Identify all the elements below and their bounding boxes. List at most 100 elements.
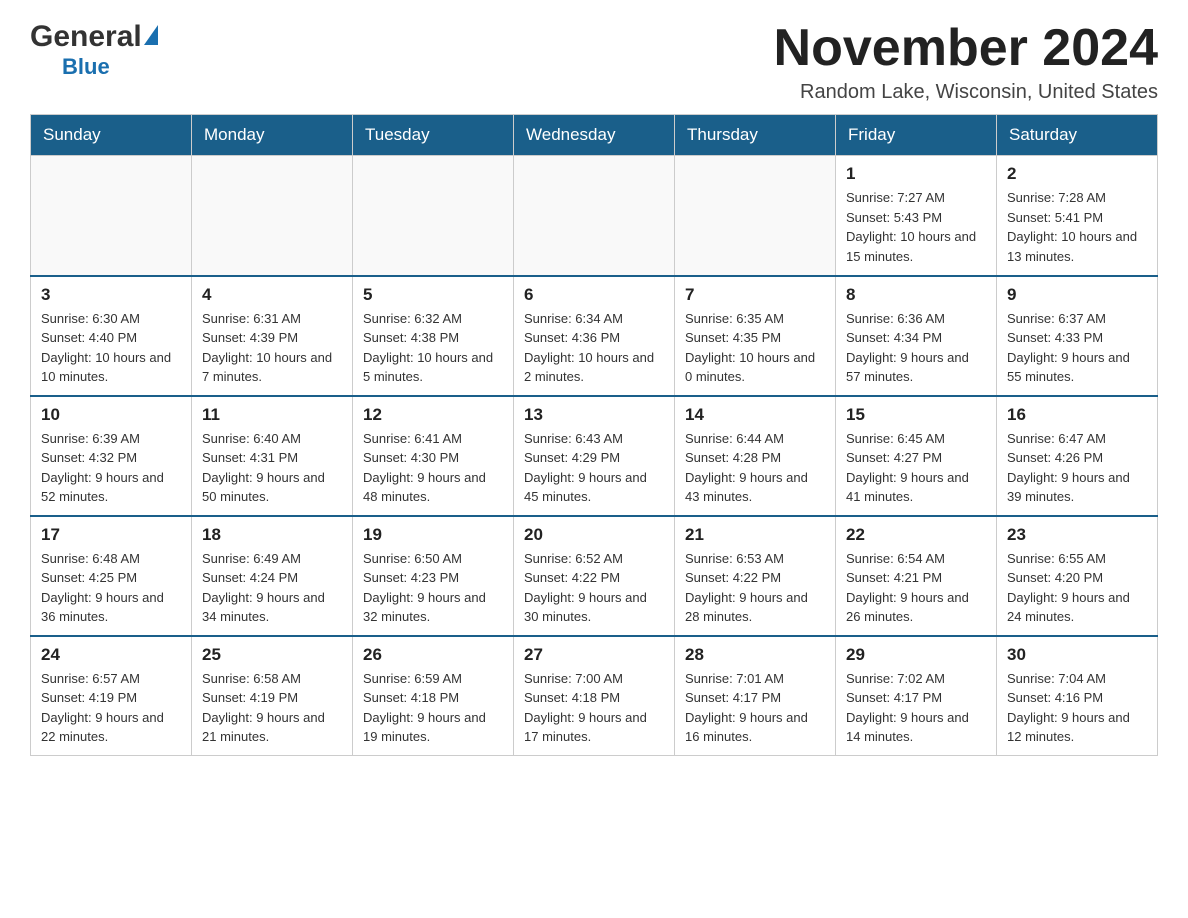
day-number: 25 (202, 645, 342, 665)
day-number: 20 (524, 525, 664, 545)
day-number: 8 (846, 285, 986, 305)
header-wednesday: Wednesday (514, 115, 675, 156)
day-info: Sunrise: 6:41 AMSunset: 4:30 PMDaylight:… (363, 429, 503, 507)
calendar-table: Sunday Monday Tuesday Wednesday Thursday… (30, 114, 1158, 756)
day-number: 19 (363, 525, 503, 545)
page-header: General Blue November 2024 Random Lake, … (30, 20, 1158, 104)
day-number: 12 (363, 405, 503, 425)
table-row: 13 Sunrise: 6:43 AMSunset: 4:29 PMDayligh… (514, 396, 675, 516)
day-info: Sunrise: 6:55 AMSunset: 4:20 PMDaylight:… (1007, 549, 1147, 627)
table-row: 26Sunrise: 6:59 AMSunset: 4:18 PMDayligh… (353, 636, 514, 756)
table-row (192, 156, 353, 276)
day-info: Sunrise: 6:34 AMSunset: 4:36 PMDaylight:… (524, 309, 664, 387)
day-info: Sunrise: 6:57 AMSunset: 4:19 PMDaylight:… (41, 669, 181, 747)
day-info: Sunrise: 6:30 AMSunset: 4:40 PMDaylight:… (41, 309, 181, 387)
table-row: 7 Sunrise: 6:35 AMSunset: 4:35 PMDaylight… (675, 276, 836, 396)
logo: General Blue (30, 20, 158, 80)
table-row: 12 Sunrise: 6:41 AMSunset: 4:30 PMDayligh… (353, 396, 514, 516)
day-number: 28 (685, 645, 825, 665)
day-number: 7 (685, 285, 825, 305)
table-row (514, 156, 675, 276)
logo-triangle-icon (144, 25, 158, 45)
day-info: Sunrise: 6:52 AMSunset: 4:22 PMDaylight:… (524, 549, 664, 627)
header-friday: Friday (836, 115, 997, 156)
table-row: 1 Sunrise: 7:27 AMSunset: 5:43 PMDaylight… (836, 156, 997, 276)
day-number: 26 (363, 645, 503, 665)
day-info: Sunrise: 7:01 AMSunset: 4:17 PMDaylight:… (685, 669, 825, 747)
month-title: November 2024 (774, 20, 1158, 77)
day-number: 3 (41, 285, 181, 305)
table-row: 4 Sunrise: 6:31 AMSunset: 4:39 PMDaylight… (192, 276, 353, 396)
day-number: 10 (41, 405, 181, 425)
table-row (31, 156, 192, 276)
table-row (675, 156, 836, 276)
table-row: 27 Sunrise: 7:00 AMSunset: 4:18 PMDayligh… (514, 636, 675, 756)
calendar-week-row: 24 Sunrise: 6:57 AMSunset: 4:19 PMDayligh… (31, 636, 1158, 756)
table-row: 16 Sunrise: 6:47 AMSunset: 4:26 PMDayligh… (997, 396, 1158, 516)
table-row: 20 Sunrise: 6:52 AMSunset: 4:22 PMDayligh… (514, 516, 675, 636)
table-row: 2 Sunrise: 7:28 AMSunset: 5:41 PMDaylight… (997, 156, 1158, 276)
day-info: Sunrise: 6:53 AMSunset: 4:22 PMDaylight:… (685, 549, 825, 627)
day-info: Sunrise: 6:50 AMSunset: 4:23 PMDaylight:… (363, 549, 503, 627)
day-info: Sunrise: 6:43 AMSunset: 4:29 PMDaylight:… (524, 429, 664, 507)
day-number: 13 (524, 405, 664, 425)
table-row: 8Sunrise: 6:36 AMSunset: 4:34 PMDaylight… (836, 276, 997, 396)
logo-general-text: General (30, 20, 142, 54)
day-number: 15 (846, 405, 986, 425)
calendar-week-row: 10 Sunrise: 6:39 AMSunset: 4:32 PMDayligh… (31, 396, 1158, 516)
day-number: 4 (202, 285, 342, 305)
day-number: 24 (41, 645, 181, 665)
table-row: 21 Sunrise: 6:53 AMSunset: 4:22 PMDayligh… (675, 516, 836, 636)
day-info: Sunrise: 6:45 AMSunset: 4:27 PMDaylight:… (846, 429, 986, 507)
day-number: 2 (1007, 164, 1147, 184)
day-info: Sunrise: 7:00 AMSunset: 4:18 PMDaylight:… (524, 669, 664, 747)
table-row: 5 Sunrise: 6:32 AMSunset: 4:38 PMDaylight… (353, 276, 514, 396)
table-row: 25 Sunrise: 6:58 AMSunset: 4:19 PMDayligh… (192, 636, 353, 756)
day-number: 18 (202, 525, 342, 545)
day-info: Sunrise: 6:47 AMSunset: 4:26 PMDaylight:… (1007, 429, 1147, 507)
day-number: 9 (1007, 285, 1147, 305)
day-number: 29 (846, 645, 986, 665)
table-row: 28 Sunrise: 7:01 AMSunset: 4:17 PMDayligh… (675, 636, 836, 756)
day-number: 22 (846, 525, 986, 545)
day-info: Sunrise: 6:58 AMSunset: 4:19 PMDaylight:… (202, 669, 342, 747)
day-number: 5 (363, 285, 503, 305)
calendar-week-row: 3 Sunrise: 6:30 AMSunset: 4:40 PMDaylight… (31, 276, 1158, 396)
table-row: 14 Sunrise: 6:44 AMSunset: 4:28 PMDayligh… (675, 396, 836, 516)
table-row: 30 Sunrise: 7:04 AMSunset: 4:16 PMDayligh… (997, 636, 1158, 756)
table-row: 11 Sunrise: 6:40 AMSunset: 4:31 PMDayligh… (192, 396, 353, 516)
logo-blue-text: Blue (62, 54, 110, 79)
day-number: 30 (1007, 645, 1147, 665)
day-number: 1 (846, 164, 986, 184)
day-info: Sunrise: 7:02 AMSunset: 4:17 PMDaylight:… (846, 669, 986, 747)
table-row: 6 Sunrise: 6:34 AMSunset: 4:36 PMDaylight… (514, 276, 675, 396)
day-number: 11 (202, 405, 342, 425)
table-row: 29 Sunrise: 7:02 AMSunset: 4:17 PMDayligh… (836, 636, 997, 756)
table-row: 17Sunrise: 6:48 AMSunset: 4:25 PMDayligh… (31, 516, 192, 636)
title-area: November 2024 Random Lake, Wisconsin, Un… (774, 20, 1158, 104)
day-info: Sunrise: 6:54 AMSunset: 4:21 PMDaylight:… (846, 549, 986, 627)
day-info: Sunrise: 6:40 AMSunset: 4:31 PMDaylight:… (202, 429, 342, 507)
day-number: 21 (685, 525, 825, 545)
table-row: 19 Sunrise: 6:50 AMSunset: 4:23 PMDayligh… (353, 516, 514, 636)
day-number: 23 (1007, 525, 1147, 545)
day-number: 14 (685, 405, 825, 425)
day-number: 27 (524, 645, 664, 665)
day-info: Sunrise: 6:31 AMSunset: 4:39 PMDaylight:… (202, 309, 342, 387)
day-info: Sunrise: 6:44 AMSunset: 4:28 PMDaylight:… (685, 429, 825, 507)
day-info: Sunrise: 6:32 AMSunset: 4:38 PMDaylight:… (363, 309, 503, 387)
day-number: 16 (1007, 405, 1147, 425)
table-row: 22 Sunrise: 6:54 AMSunset: 4:21 PMDayligh… (836, 516, 997, 636)
calendar-header-row: Sunday Monday Tuesday Wednesday Thursday… (31, 115, 1158, 156)
header-tuesday: Tuesday (353, 115, 514, 156)
day-info: Sunrise: 6:35 AMSunset: 4:35 PMDaylight:… (685, 309, 825, 387)
day-number: 6 (524, 285, 664, 305)
day-info: Sunrise: 7:28 AMSunset: 5:41 PMDaylight:… (1007, 188, 1147, 266)
day-info: Sunrise: 6:39 AMSunset: 4:32 PMDaylight:… (41, 429, 181, 507)
calendar-week-row: 1 Sunrise: 7:27 AMSunset: 5:43 PMDaylight… (31, 156, 1158, 276)
day-info: Sunrise: 7:04 AMSunset: 4:16 PMDaylight:… (1007, 669, 1147, 747)
table-row: 15 Sunrise: 6:45 AMSunset: 4:27 PMDayligh… (836, 396, 997, 516)
day-info: Sunrise: 7:27 AMSunset: 5:43 PMDaylight:… (846, 188, 986, 266)
day-info: Sunrise: 6:49 AMSunset: 4:24 PMDaylight:… (202, 549, 342, 627)
calendar-week-row: 17Sunrise: 6:48 AMSunset: 4:25 PMDayligh… (31, 516, 1158, 636)
